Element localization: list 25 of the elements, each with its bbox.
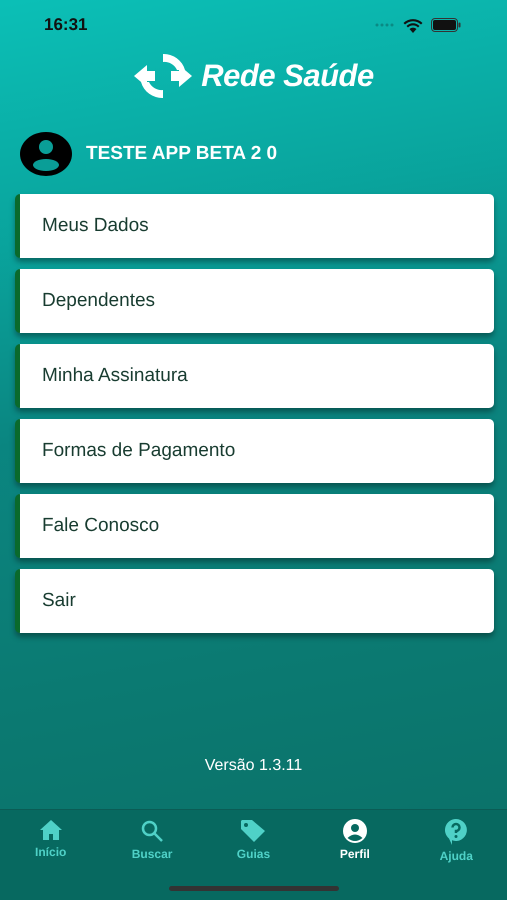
tab[interactable]: Perfil	[314, 818, 395, 864]
home-icon	[38, 819, 63, 841]
profile-name: TESTE APP BETA 2 0	[86, 143, 278, 165]
tab[interactable]: Buscar	[112, 818, 192, 864]
tag-icon	[240, 819, 266, 843]
signal-icon	[375, 23, 395, 27]
help-icon	[444, 819, 468, 845]
logo-icon	[133, 53, 194, 99]
tab[interactable]: Início	[10, 818, 91, 864]
tab[interactable]: Ajuda	[416, 818, 496, 864]
logo-text: Rede Saúde	[201, 58, 374, 94]
menu-item[interactable]: Dependentes	[15, 269, 494, 333]
version-text: Versão 1.3.11	[204, 757, 302, 775]
status-time: 16:31	[44, 15, 88, 35]
search-icon	[140, 819, 164, 843]
menu-item[interactable]: Sair	[15, 569, 494, 633]
user-icon	[342, 819, 367, 843]
battery-icon	[431, 18, 461, 32]
menu-item[interactable]: Minha Assinatura	[15, 344, 494, 408]
tab[interactable]: Guias	[213, 818, 294, 864]
avatar-icon	[20, 132, 72, 176]
wifi-icon	[403, 18, 423, 32]
menu-item[interactable]: Formas de Pagamento	[15, 419, 494, 483]
menu-item[interactable]: Fale Conosco	[15, 494, 494, 558]
menu-item[interactable]: Meus Dados	[15, 194, 494, 258]
